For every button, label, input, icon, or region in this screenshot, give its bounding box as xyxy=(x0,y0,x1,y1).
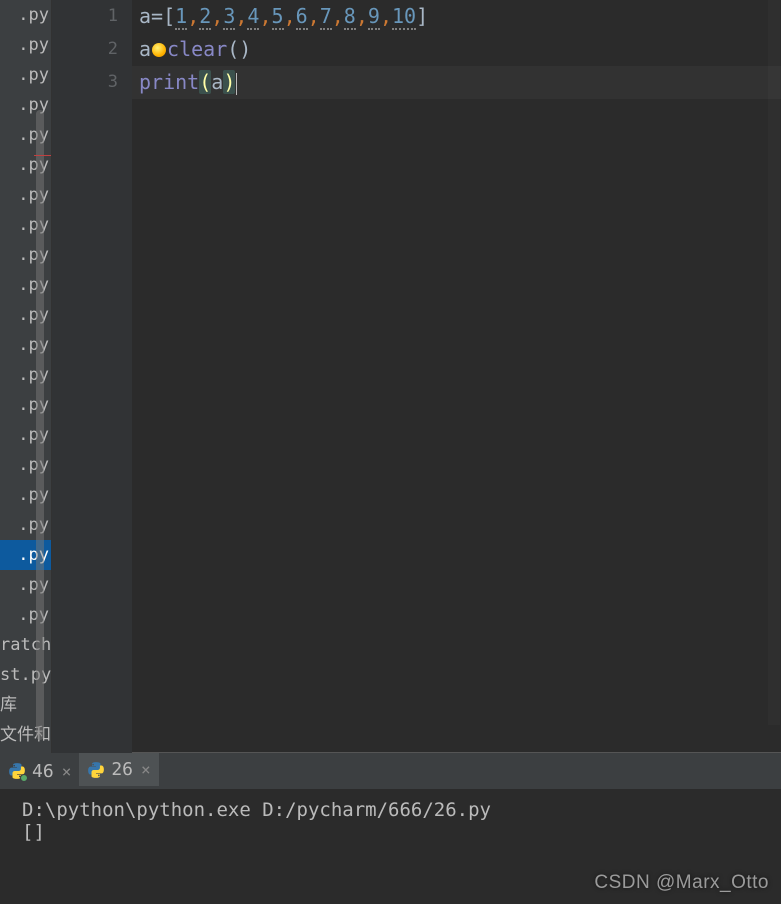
run-tab-label: 46 xyxy=(32,761,54,782)
error-marker xyxy=(34,155,52,156)
file-item[interactable]: .py xyxy=(0,30,51,60)
code-line-1[interactable]: a=[1,2,3,4,5,6,7,8,9,10] xyxy=(132,0,781,33)
line-number: 3 xyxy=(52,66,132,99)
watermark: CSDN @Marx_Otto xyxy=(594,872,769,894)
line-number: 2 xyxy=(52,33,132,66)
intention-bulb-icon[interactable] xyxy=(152,43,166,57)
run-tab-46[interactable]: 46 × xyxy=(0,753,79,789)
python-icon xyxy=(87,761,105,779)
file-item[interactable]: .py xyxy=(0,0,51,30)
gutter: 1 2 3 xyxy=(52,0,132,753)
run-tab-26[interactable]: 26 × xyxy=(79,753,158,789)
file-item[interactable]: .py xyxy=(0,60,51,90)
code-line-2[interactable]: aclear() xyxy=(132,33,781,66)
text-cursor xyxy=(236,73,237,95)
editor[interactable]: 1 2 3 a=[1,2,3,4,5,6,7,8,9,10] aclear() … xyxy=(52,0,781,753)
close-icon[interactable]: × xyxy=(62,762,72,781)
console-line: D:\python\python.exe D:/pycharm/666/26.p… xyxy=(22,799,491,821)
sidebar-scrollbar[interactable] xyxy=(36,110,44,740)
running-indicator-icon xyxy=(20,774,28,782)
run-tab-label: 26 xyxy=(111,759,133,780)
python-icon xyxy=(8,762,26,780)
editor-scrollbar[interactable] xyxy=(768,0,780,725)
console-line: [] xyxy=(22,821,45,843)
code-line-3[interactable]: print(a) xyxy=(132,66,781,99)
run-tabs: 46 × 26 × xyxy=(0,753,781,789)
code-area[interactable]: a=[1,2,3,4,5,6,7,8,9,10] aclear() print(… xyxy=(132,0,781,753)
close-icon[interactable]: × xyxy=(141,760,151,779)
project-sidebar[interactable]: .py .py .py .py .py .py .py .py .py .py … xyxy=(0,0,52,753)
line-number: 1 xyxy=(52,0,132,33)
